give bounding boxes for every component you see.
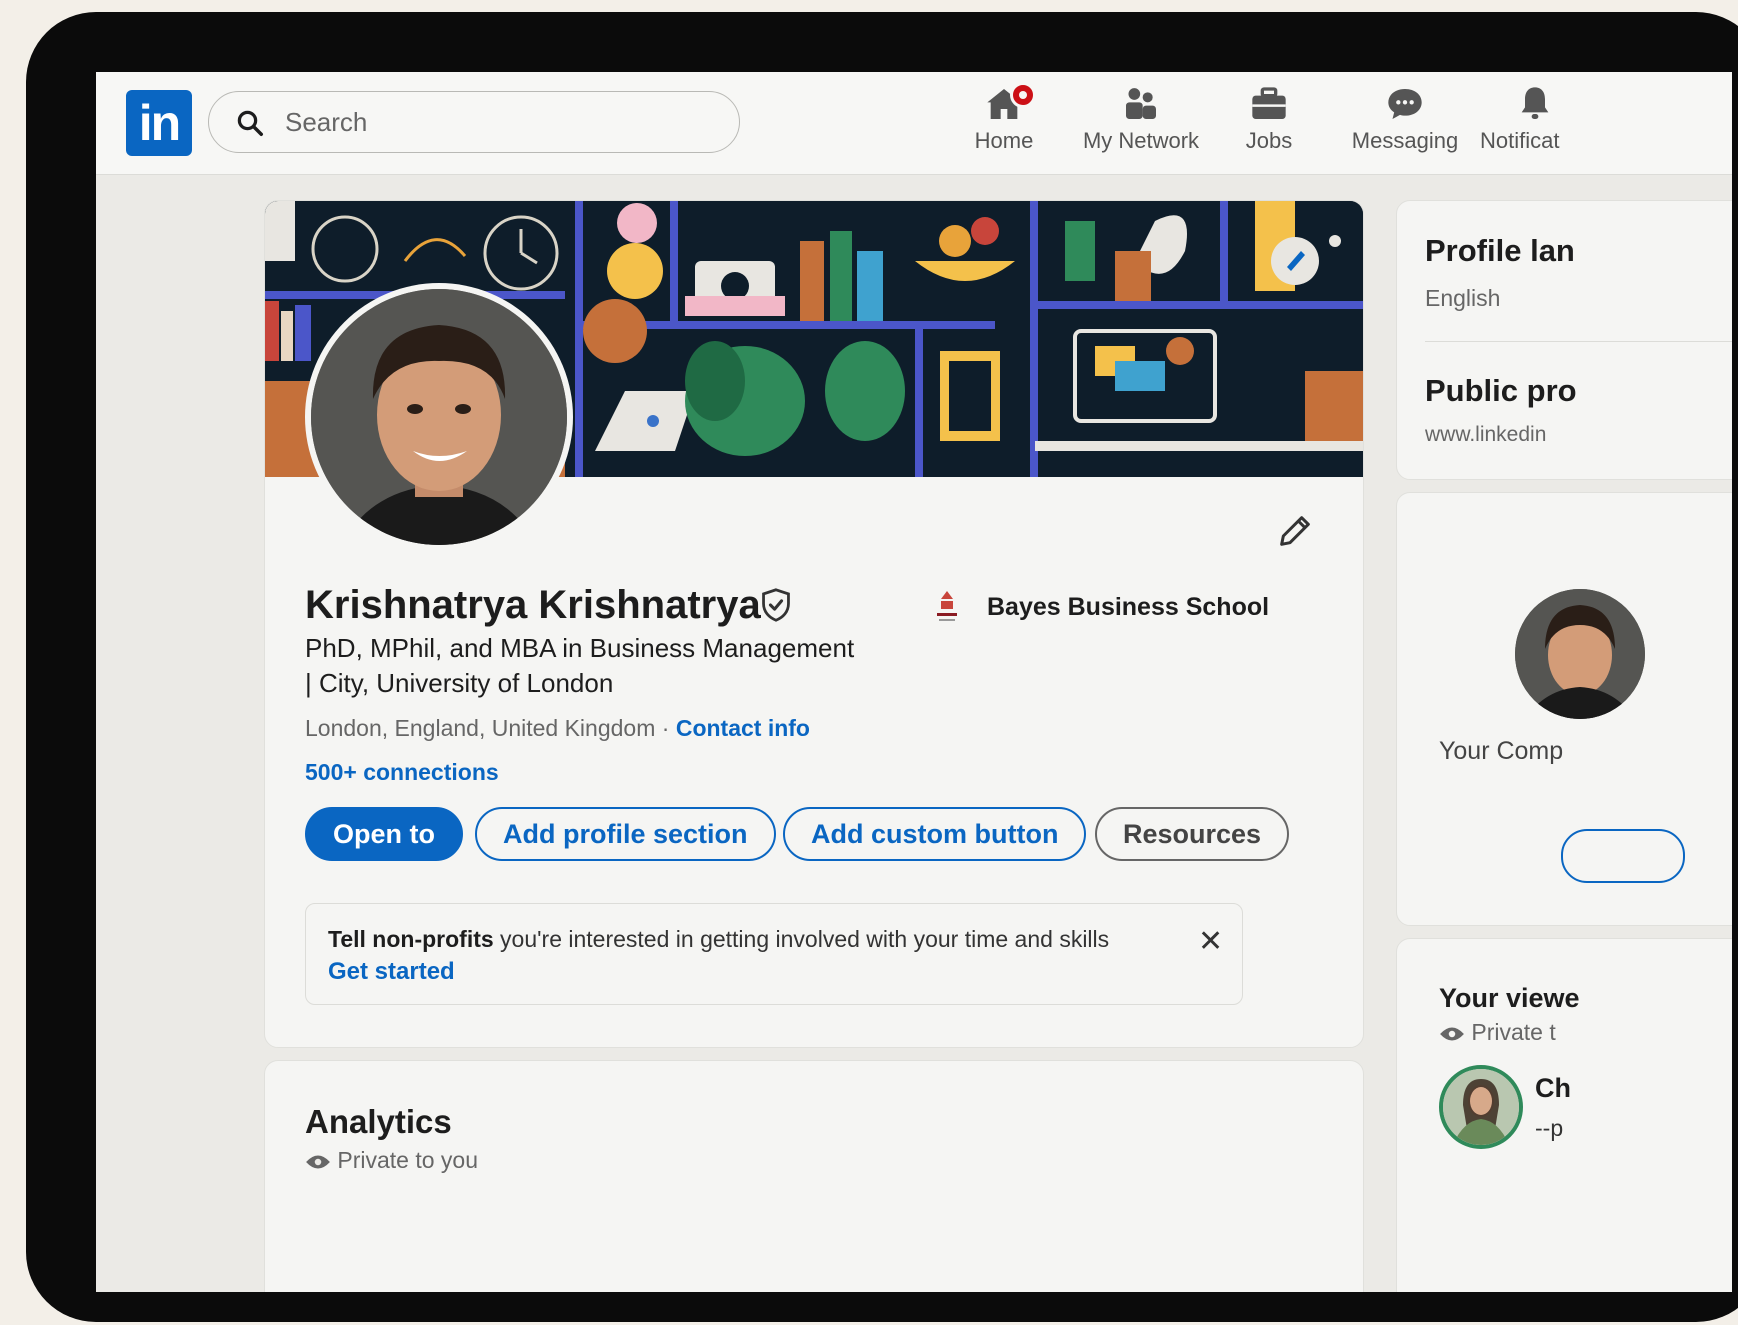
profile-location: London, England, United Kingdom xyxy=(305,715,656,741)
contact-info-link[interactable]: Contact info xyxy=(676,715,810,741)
add-profile-section-button[interactable]: Add profile section xyxy=(475,807,776,861)
viewer-name[interactable]: Ch xyxy=(1535,1073,1571,1104)
company-promo-card: Your Comp xyxy=(1396,492,1732,926)
analytics-title: Analytics xyxy=(305,1103,452,1140)
top-navigation-bar: in Home My Network Jobs Messaging Notifi… xyxy=(96,72,1732,175)
profile-language-value: English xyxy=(1425,285,1501,311)
volunteer-notice: Tell non-profits you're interested in ge… xyxy=(305,903,1243,1005)
viewer-subtitle: --p xyxy=(1535,1115,1564,1141)
profile-headline: PhD, MPhil, and MBA in Business Manageme… xyxy=(305,633,855,698)
promo-button[interactable] xyxy=(1561,829,1685,883)
resources-button[interactable]: Resources xyxy=(1095,807,1290,861)
profile-language-title[interactable]: Profile lan xyxy=(1425,233,1575,269)
nav-notifications-label: Notificat xyxy=(1480,128,1560,153)
nav-home[interactable]: Home xyxy=(964,82,1044,166)
network-icon xyxy=(1126,88,1156,119)
nav-notifications[interactable]: Notificat xyxy=(1480,84,1590,166)
nav-home-label: Home xyxy=(974,128,1034,153)
promo-text: Your Comp xyxy=(1439,737,1564,765)
education-school[interactable]: Bayes Business School xyxy=(987,593,1269,622)
linkedin-logo[interactable]: in xyxy=(126,90,192,156)
search-icon xyxy=(237,110,263,136)
divider xyxy=(1425,341,1732,342)
profile-card: Krishnatrya Krishnatrya Bayes Business S… xyxy=(264,200,1364,1048)
analytics-card: Analytics Private to you xyxy=(264,1060,1364,1292)
edit-pencil-icon[interactable] xyxy=(1275,511,1315,551)
screen: in Home My Network Jobs Messaging Notifi… xyxy=(96,72,1732,1292)
public-profile-title[interactable]: Public pro xyxy=(1425,373,1577,409)
profile-name: Krishnatrya Krishnatrya xyxy=(305,583,761,627)
verified-shield-icon[interactable] xyxy=(759,587,793,623)
nav-my-network[interactable]: My Network xyxy=(1076,84,1206,166)
message-icon xyxy=(1388,89,1422,119)
viewers-subtitle: Private t xyxy=(1471,1019,1556,1045)
profile-settings-card: Profile lan English Public pro www.linke… xyxy=(1396,200,1732,480)
public-profile-url: www.linkedin xyxy=(1425,423,1547,446)
connections-link[interactable]: 500+ connections xyxy=(305,759,499,786)
tablet-frame: in Home My Network Jobs Messaging Notifi… xyxy=(26,12,1738,1322)
bayes-school-logo xyxy=(933,589,961,625)
notice-body-text: you're interested in getting involved wi… xyxy=(493,926,1110,952)
analytics-private-line: Private to you xyxy=(305,1147,478,1174)
nav-jobs[interactable]: Jobs xyxy=(1234,84,1304,166)
nav-jobs-label: Jobs xyxy=(1245,128,1293,153)
viewers-private-line: Private t xyxy=(1439,1019,1556,1046)
briefcase-icon xyxy=(1252,87,1286,119)
nav-messaging[interactable]: Messaging xyxy=(1350,84,1460,166)
close-icon[interactable]: ✕ xyxy=(1198,924,1223,959)
search-input[interactable] xyxy=(283,104,707,140)
profile-photo-image xyxy=(311,289,567,545)
viewer-avatar[interactable] xyxy=(1439,1065,1523,1149)
search-box[interactable] xyxy=(208,91,740,153)
open-to-button[interactable]: Open to xyxy=(305,807,463,861)
nav-my-network-label: My Network xyxy=(1082,128,1200,153)
nav-messaging-label: Messaging xyxy=(1351,128,1459,153)
profile-location-line: London, England, United Kingdom · Contac… xyxy=(305,715,810,742)
get-started-link[interactable]: Get started xyxy=(328,958,455,986)
eye-icon xyxy=(306,1155,330,1169)
profile-photo[interactable] xyxy=(305,283,573,551)
viewers-card: Your viewe Private t Ch --p xyxy=(1396,938,1732,1292)
add-custom-button-button[interactable]: Add custom button xyxy=(783,807,1087,861)
bell-icon xyxy=(1521,87,1549,119)
viewers-title: Your viewe xyxy=(1439,983,1580,1013)
eye-icon xyxy=(1440,1027,1464,1041)
promo-avatar xyxy=(1515,589,1645,719)
notice-bold-text: Tell non-profits xyxy=(328,926,494,952)
analytics-subtitle: Private to you xyxy=(337,1147,479,1173)
notice-text: Tell non-profits you're interested in ge… xyxy=(328,926,1109,953)
separator-dot: · xyxy=(655,715,676,741)
notification-badge xyxy=(1010,82,1036,108)
